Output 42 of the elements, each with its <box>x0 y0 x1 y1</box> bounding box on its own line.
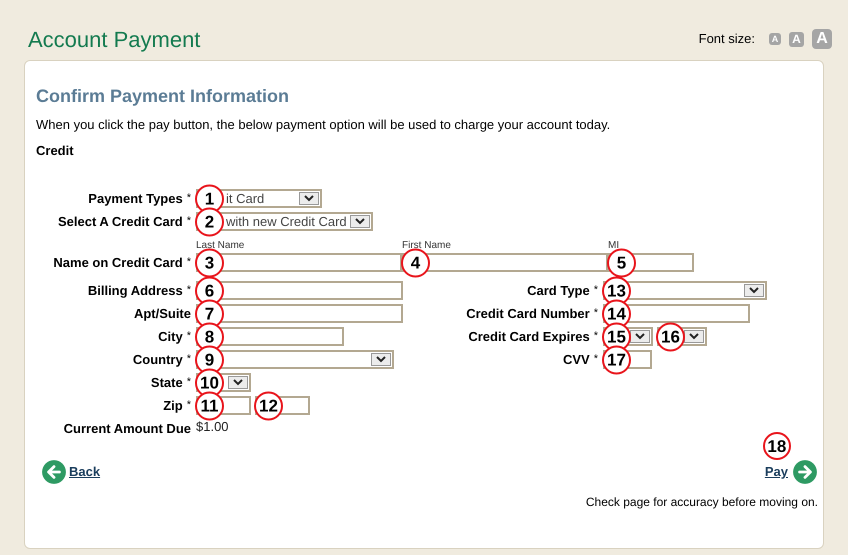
field-label: Credit Card Expires <box>468 328 590 346</box>
field-label: Apt/Suite <box>134 304 191 323</box>
required-mark: * <box>186 352 191 368</box>
required-mark: * <box>594 352 598 368</box>
callout-overlay: 12 <box>254 391 283 420</box>
field-label: Select A Credit Card <box>58 212 183 231</box>
field-label: Billing Address <box>88 282 183 300</box>
required-mark: * <box>594 283 598 298</box>
field-label: City <box>158 328 183 346</box>
callout-overlay: 2 <box>195 207 224 236</box>
required-mark: * <box>186 214 191 230</box>
intro-text: When you click the pay button, the below payment option will be used to charge your account today. <box>36 116 612 134</box>
required-mark: * <box>186 191 191 206</box>
section-title: Confirm Payment Information <box>36 85 290 108</box>
field-label: State <box>150 374 183 392</box>
callout-overlay: 11 <box>195 391 224 420</box>
amount-value: $1.00 <box>196 418 229 436</box>
field-label: Name on Credit Card <box>53 254 183 272</box>
field-label: CVV <box>562 350 590 369</box>
required-mark: * <box>186 398 191 414</box>
callout-overlay: 4 <box>401 248 430 277</box>
required-mark: * <box>594 329 598 344</box>
required-mark: * <box>186 255 191 270</box>
required-mark: * <box>186 375 191 390</box>
field-label: Credit Card Number <box>466 304 590 323</box>
callout-overlay: 16 <box>656 322 685 351</box>
callout-overlay: 3 <box>195 248 224 277</box>
field-label: Zip <box>163 396 183 415</box>
page-title: Account Payment <box>28 26 200 54</box>
callout-overlay: 5 <box>607 248 636 277</box>
field-label: Payment Types <box>88 190 183 208</box>
payment-method-label: Credit <box>36 142 75 160</box>
font-size-label: Font size: <box>698 30 755 48</box>
required-mark: * <box>186 283 191 298</box>
required-mark: * <box>594 306 598 322</box>
field-label: Current Amount Due <box>64 420 191 438</box>
required-mark: * <box>186 329 191 344</box>
field-label: Card Type <box>527 282 590 300</box>
callout-overlay: 18 <box>762 432 791 460</box>
callout-overlay: 17 <box>602 345 631 374</box>
note-text: Check page for accuracy before moving on. <box>584 494 818 511</box>
field-label: Country <box>132 350 183 369</box>
